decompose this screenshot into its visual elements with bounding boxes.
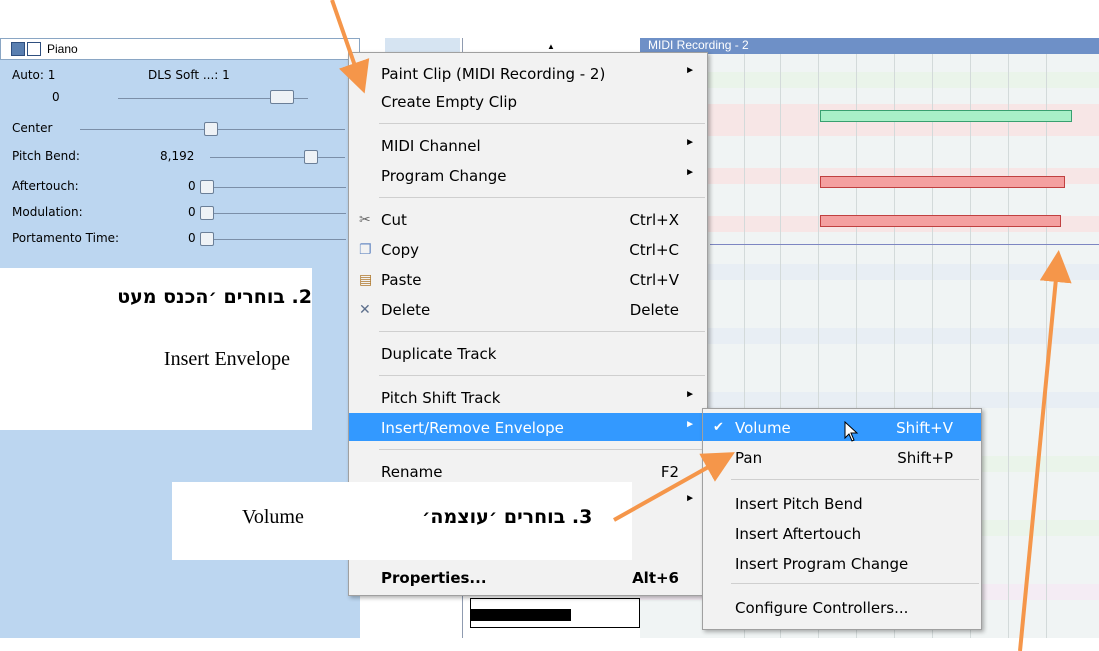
volume-slider-knob[interactable] bbox=[270, 90, 294, 104]
menu-item-pitch-shift-track[interactable]: Pitch Shift Track ► bbox=[349, 383, 707, 411]
track-menu-icon[interactable] bbox=[11, 42, 25, 56]
submenu-item-insert-aftertouch[interactable]: Insert Aftertouch bbox=[703, 519, 981, 547]
submenu-item-insert-program-change[interactable]: Insert Program Change bbox=[703, 549, 981, 577]
submenu-item-configure-controllers[interactable]: Configure Controllers... bbox=[703, 593, 981, 621]
pitch-bend-slider-knob[interactable] bbox=[304, 150, 318, 164]
check-icon: ✔ bbox=[713, 419, 724, 434]
aftertouch-label: Aftertouch: bbox=[12, 179, 79, 193]
submenu-item-insert-pitch-bend[interactable]: Insert Pitch Bend bbox=[703, 489, 981, 517]
annotation-step3: 3. בוחרים ׳עוצמה׳ Volume bbox=[172, 482, 632, 560]
track-header[interactable]: Piano bbox=[0, 38, 360, 60]
device-label[interactable]: DLS Soft ...: 1 bbox=[148, 68, 230, 82]
mouse-cursor-icon bbox=[844, 421, 859, 442]
menu-item-properties[interactable]: Properties... Alt+6 bbox=[349, 563, 707, 591]
annotation-step3-english: Volume bbox=[242, 506, 304, 528]
chevron-right-icon: ► bbox=[685, 137, 695, 148]
chevron-right-icon: ► bbox=[685, 167, 695, 178]
menu-item-copy[interactable]: ❐ Copy Ctrl+C bbox=[349, 235, 707, 263]
chevron-right-icon: ► bbox=[685, 389, 695, 400]
modulation-label: Modulation: bbox=[12, 205, 83, 219]
envelope-line[interactable] bbox=[710, 244, 1099, 245]
pan-slider-knob[interactable] bbox=[204, 122, 218, 136]
delete-icon: ✕ bbox=[359, 301, 371, 317]
envelope-submenu: ✔ Volume Shift+V Pan Shift+P Insert Pitc… bbox=[702, 408, 982, 630]
midi-note[interactable] bbox=[820, 215, 1061, 227]
piano-strip bbox=[470, 598, 640, 628]
portamento-slider-knob[interactable] bbox=[200, 232, 214, 246]
chevron-right-icon: ► bbox=[685, 419, 695, 430]
menu-item-duplicate-track[interactable]: Duplicate Track bbox=[349, 339, 707, 367]
volume-value: 0 bbox=[52, 90, 60, 104]
pan-label: Center bbox=[12, 121, 53, 135]
annotation-step2-hebrew: 2. בוחרים ׳הכנס מעט bbox=[117, 286, 312, 308]
annotation-step3-hebrew: 3. בוחרים ׳עוצמה׳ bbox=[422, 506, 593, 528]
menu-item-program-change[interactable]: Program Change ► bbox=[349, 161, 707, 189]
midi-note[interactable] bbox=[820, 110, 1072, 122]
instrument-icon[interactable] bbox=[27, 42, 41, 56]
track-name[interactable]: Piano bbox=[47, 42, 78, 56]
menu-item-insert-remove-envelope[interactable]: Insert/Remove Envelope ► bbox=[349, 413, 707, 441]
menu-item-create-empty-clip[interactable]: Create Empty Clip bbox=[349, 87, 707, 115]
menu-item-cut[interactable]: ✂ Cut Ctrl+X bbox=[349, 205, 707, 233]
menu-item-rename[interactable]: Rename F2 bbox=[349, 457, 707, 485]
submenu-item-pan[interactable]: Pan Shift+P bbox=[703, 443, 981, 471]
auto-label[interactable]: Auto: 1 bbox=[12, 68, 55, 82]
pitch-bend-value: 8,192 bbox=[160, 149, 195, 163]
aftertouch-value: 0 bbox=[188, 179, 196, 193]
pitch-bend-slider-track[interactable] bbox=[210, 157, 345, 158]
menu-item-paint-clip[interactable]: Paint Clip (MIDI Recording - 2) ► bbox=[349, 59, 707, 87]
submenu-item-volume[interactable]: ✔ Volume Shift+V bbox=[703, 413, 981, 441]
scroll-up-icon[interactable]: ▲ bbox=[547, 42, 555, 51]
menu-item-delete[interactable]: ✕ Delete Delete bbox=[349, 295, 707, 323]
portamento-value: 0 bbox=[188, 231, 196, 245]
copy-icon: ❐ bbox=[359, 241, 372, 257]
menu-item-paste[interactable]: ▤ Paste Ctrl+V bbox=[349, 265, 707, 293]
modulation-value: 0 bbox=[188, 205, 196, 219]
modulation-slider-track[interactable] bbox=[206, 213, 346, 214]
pitch-bend-label: Pitch Bend: bbox=[12, 149, 80, 163]
chevron-right-icon: ► bbox=[685, 493, 695, 504]
paste-icon: ▤ bbox=[359, 271, 373, 287]
scissors-icon: ✂ bbox=[359, 211, 371, 227]
menu-item-midi-channel[interactable]: MIDI Channel ► bbox=[349, 131, 707, 159]
annotation-step2: 2. בוחרים ׳הכנס מעט Insert Envelope bbox=[0, 268, 312, 430]
modulation-slider-knob[interactable] bbox=[200, 206, 214, 220]
chevron-right-icon: ► bbox=[685, 65, 695, 76]
portamento-label: Portamento Time: bbox=[12, 231, 120, 245]
midi-note[interactable] bbox=[820, 176, 1065, 188]
aftertouch-slider-knob[interactable] bbox=[200, 180, 214, 194]
clip-title[interactable]: MIDI Recording - 2 bbox=[640, 38, 1099, 54]
annotation-step2-english: Insert Envelope bbox=[163, 348, 290, 370]
portamento-slider-track[interactable] bbox=[206, 239, 346, 240]
aftertouch-slider-track[interactable] bbox=[206, 187, 346, 188]
